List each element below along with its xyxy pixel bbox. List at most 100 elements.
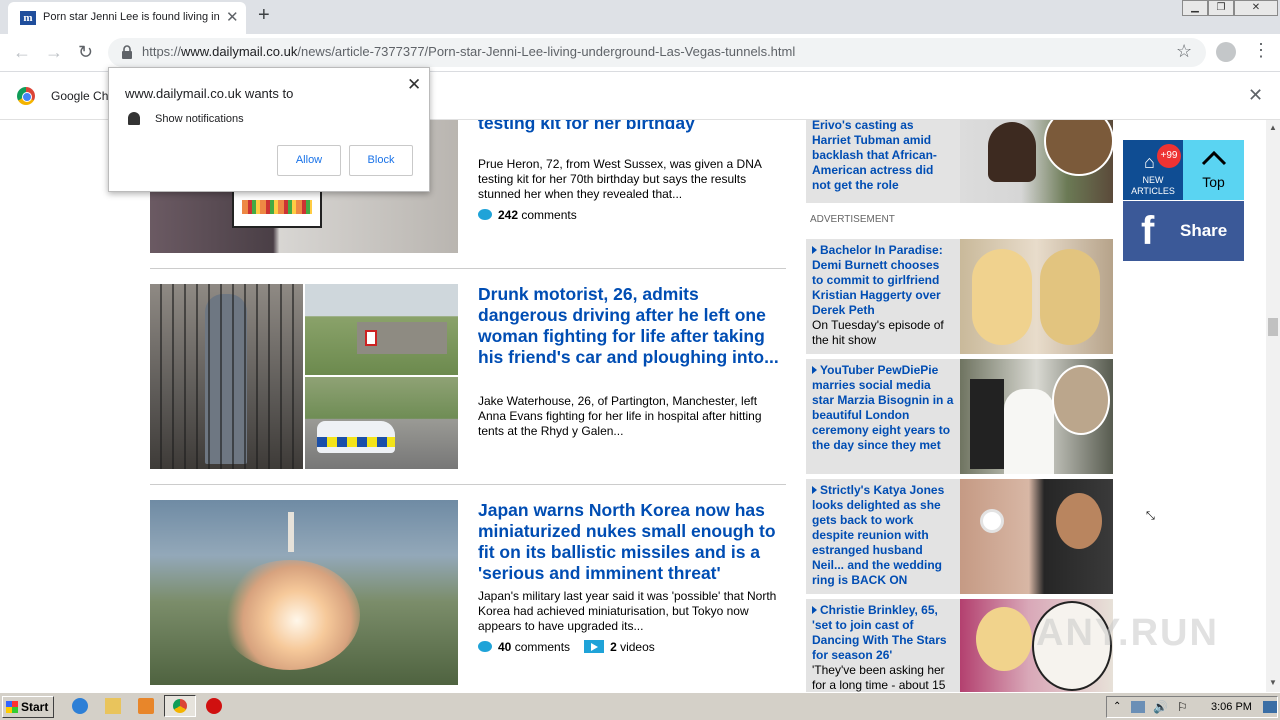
article-thumbnail[interactable]: [150, 500, 458, 685]
restore-button[interactable]: ❐: [1208, 0, 1234, 16]
road-sign-image: [305, 284, 458, 375]
home-icon: ⌂: [1144, 152, 1155, 172]
article-comments[interactable]: 242 comments: [478, 208, 577, 222]
chrome-taskbar-button[interactable]: [164, 695, 196, 717]
sidebar-card-headline[interactable]: Erivo's casting as Harriet Tubman amid b…: [812, 120, 954, 193]
facebook-share-button[interactable]: f Share: [1123, 201, 1244, 261]
sidebar-card-headline[interactable]: Strictly's Katya Jones looks delighted a…: [812, 483, 954, 588]
scroll-up-arrow-icon[interactable]: ▲: [1269, 123, 1277, 132]
system-tray: ⌃ 🔊 ⚐ 3:06 PM: [1106, 696, 1278, 718]
police-car-image: [305, 377, 458, 469]
sidebar-card-sub: 'They've been asking her for a long time…: [812, 663, 946, 692]
sidebar-card-image[interactable]: [960, 120, 1114, 203]
sidebar-card-headline[interactable]: Christie Brinkley, 65, 'set to join cast…: [812, 603, 954, 692]
new-articles-button[interactable]: ⌂ +99 NEW ARTICLES: [1123, 140, 1183, 200]
scroll-down-arrow-icon[interactable]: ▼: [1269, 678, 1277, 687]
url-text: https://www.dailymail.co.uk/news/article…: [142, 44, 796, 59]
page-content: real father after being given a DNA test…: [0, 120, 1266, 692]
infobar-close-icon[interactable]: ✕: [1248, 85, 1263, 106]
browser-menu-icon[interactable]: ⋮: [1252, 40, 1270, 61]
forward-icon[interactable]: →: [45, 42, 63, 63]
chevron-up-icon: [1201, 150, 1227, 166]
arrow-icon: [812, 606, 817, 614]
dailymail-favicon-icon: m: [20, 11, 36, 25]
flag-icon[interactable]: ⚐: [1177, 700, 1188, 714]
internet-explorer-icon[interactable]: [72, 698, 88, 714]
new-articles-badge: +99: [1157, 144, 1181, 168]
article-summary: Prue Heron, 72, from West Sussex, was gi…: [478, 157, 762, 201]
notification-permission-popup: www.dailymail.co.uk wants to ✕ Show noti…: [108, 67, 430, 192]
folder-icon[interactable]: [105, 698, 121, 714]
bell-icon: [128, 112, 140, 125]
divider: [150, 268, 786, 269]
facebook-icon: f: [1141, 209, 1155, 253]
sidebar-card-image[interactable]: [960, 359, 1113, 474]
new-tab-button[interactable]: +: [258, 4, 270, 27]
sidebar-card[interactable]: Strictly's Katya Jones looks delighted a…: [806, 479, 1113, 594]
article-item[interactable]: Japan warns North Korea now has miniatur…: [150, 500, 786, 692]
new-articles-label: NEW ARTICLES: [1131, 175, 1175, 196]
article-thumbnail[interactable]: [150, 284, 458, 469]
arrow-icon: [812, 246, 817, 254]
lock-icon: [122, 45, 132, 59]
clock[interactable]: 3:06 PM: [1211, 701, 1252, 713]
article-item[interactable]: Drunk motorist, 26, admits dangerous dri…: [150, 284, 786, 470]
window-close-button[interactable]: ✕: [1234, 0, 1278, 16]
divider: [150, 484, 786, 485]
bookmark-star-icon[interactable]: ☆: [1176, 41, 1192, 62]
popup-close-icon[interactable]: ✕: [407, 75, 421, 95]
share-label: Share: [1180, 221, 1228, 240]
arrow-icon: [812, 366, 817, 374]
tray-expand-icon[interactable]: ⌃: [1113, 701, 1121, 712]
sidebar-card-image[interactable]: [960, 479, 1113, 594]
tab-title: Porn star Jenni Lee is found living in: [43, 11, 220, 23]
sidebar-card[interactable]: Erivo's casting as Harriet Tubman amid b…: [806, 120, 1114, 203]
sidebar-card-sub: On Tuesday's episode of the hit show: [812, 318, 944, 347]
minimize-button[interactable]: ▁: [1182, 0, 1208, 16]
article-headline[interactable]: Drunk motorist, 26, admits dangerous dri…: [478, 284, 783, 368]
sidebar-card-headline[interactable]: YouTuber PewDiePie marries social media …: [812, 363, 954, 453]
volume-icon[interactable]: 🔊: [1153, 700, 1168, 714]
tab-close-icon[interactable]: ✕: [226, 8, 239, 26]
comment-bubble-icon: [478, 209, 492, 220]
sidebar-card[interactable]: YouTuber PewDiePie marries social media …: [806, 359, 1113, 474]
opera-icon[interactable]: [206, 698, 222, 714]
anyrun-watermark: ANY.RUN: [1036, 612, 1219, 654]
cursor-icon: ⤡: [1146, 510, 1155, 522]
popup-site-text: www.dailymail.co.uk wants to: [125, 86, 294, 101]
arrow-icon: [812, 486, 817, 494]
article-meta[interactable]: 40 comments 2 videos: [478, 640, 655, 654]
popup-permission-text: Show notifications: [155, 113, 244, 125]
article-headline[interactable]: Japan warns North Korea now has miniatur…: [478, 500, 783, 584]
chrome-icon: [173, 699, 187, 713]
page-scrollbar[interactable]: ▲ ▼: [1266, 120, 1280, 692]
block-button[interactable]: Block: [349, 145, 413, 176]
allow-button[interactable]: Allow: [277, 145, 341, 176]
back-to-top-button[interactable]: Top: [1183, 140, 1244, 200]
missile-shape: [288, 512, 294, 552]
missile-explosion-image: [220, 560, 360, 670]
comment-bubble-icon: [478, 641, 492, 652]
article-summary: Japan's military last year said it was '…: [478, 589, 777, 633]
show-desktop-icon[interactable]: [1263, 701, 1277, 713]
browser-tab[interactable]: m Porn star Jenni Lee is found living in…: [8, 2, 246, 34]
sidebar-card-image[interactable]: [960, 239, 1113, 354]
browser-titlebar: m Porn star Jenni Lee is found living in…: [0, 0, 1280, 34]
sidebar-card-headline[interactable]: Bachelor In Paradise: Demi Burnett choos…: [812, 243, 954, 348]
back-icon[interactable]: ←: [13, 42, 31, 63]
windows-taskbar: Start ⌃ 🔊 ⚐ 3:06 PM: [0, 692, 1280, 720]
media-player-icon[interactable]: [138, 698, 154, 714]
network-icon[interactable]: [1131, 701, 1145, 713]
scrollbar-thumb[interactable]: [1268, 318, 1278, 336]
advertisement-label: ADVERTISEMENT: [810, 214, 895, 225]
start-button[interactable]: Start: [2, 696, 54, 718]
profile-avatar-icon[interactable]: [1216, 42, 1236, 62]
sidebar-card[interactable]: Bachelor In Paradise: Demi Burnett choos…: [806, 239, 1113, 354]
article-headline[interactable]: real father after being given a DNA test…: [478, 120, 783, 134]
chrome-logo-icon: [17, 87, 35, 105]
address-bar[interactable]: https://www.dailymail.co.uk/news/article…: [108, 38, 1206, 67]
windows-logo-icon: [6, 701, 18, 713]
man-at-gate-image: [150, 284, 303, 469]
infobar-text: Google Ch: [51, 89, 109, 103]
reload-icon[interactable]: ↻: [78, 42, 93, 63]
